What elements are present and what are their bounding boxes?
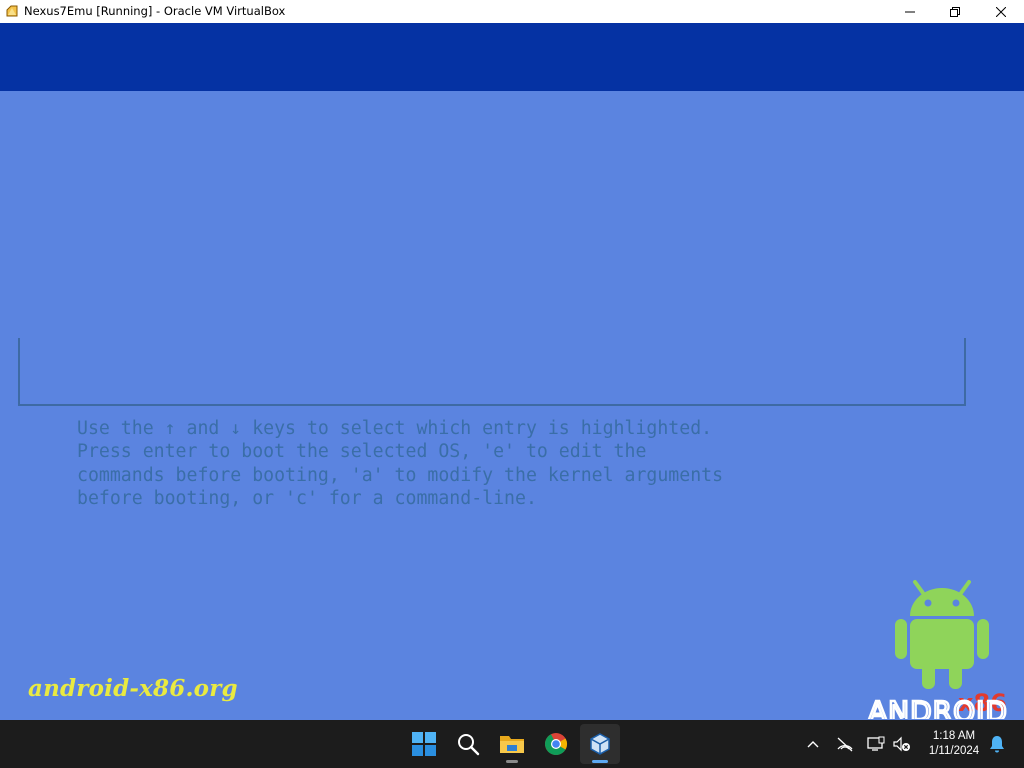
svg-text:ANDROID: ANDROID (868, 695, 1008, 719)
maximize-icon (950, 6, 960, 17)
help-line: Use the ↑ and ↓ keys to select which ent… (77, 418, 713, 439)
clock[interactable]: 1:18 AM 1/11/2024 (918, 720, 990, 768)
network-icon (837, 737, 853, 752)
android-x86-logo-icon: x86 ANDROID (867, 580, 1008, 719)
taskbar: 1:18 AM 1/11/2024 (0, 720, 1024, 768)
search-icon (458, 734, 480, 756)
clock-date: 1/11/2024 (928, 745, 980, 757)
minimize-icon (905, 11, 915, 12)
boot-menu-box[interactable] (18, 338, 966, 406)
running-indicator (506, 760, 518, 763)
display-icon (867, 736, 885, 751)
display-button[interactable] (865, 720, 887, 768)
virtualbox-icon (590, 733, 610, 755)
windows-start-icon (412, 732, 436, 756)
help-line: before booting, or 'c' for a command-lin… (77, 487, 537, 509)
volume-muted-icon (893, 736, 910, 752)
minimize-button[interactable] (887, 0, 933, 23)
file-explorer-button[interactable] (492, 724, 532, 764)
clock-time: 1:18 AM (932, 730, 976, 742)
android-x86-site-text: android-x86.org (28, 675, 238, 702)
notification-button[interactable] (986, 720, 1008, 768)
notification-bell-icon (990, 736, 1004, 753)
search-button[interactable] (448, 724, 488, 764)
start-button[interactable] (404, 724, 444, 764)
network-button[interactable] (834, 720, 856, 768)
window-title-bar[interactable]: Nexus7Emu [Running] - Oracle VM VirtualB… (0, 0, 1024, 23)
help-line: commands before booting, 'a' to modify t… (77, 464, 724, 486)
close-button[interactable] (978, 0, 1024, 23)
window-title: Nexus7Emu [Running] - Oracle VM VirtualB… (24, 4, 286, 18)
show-hidden-icons-button[interactable] (802, 720, 824, 768)
file-explorer-icon (500, 736, 524, 753)
virtualbox-vm-icon (6, 5, 18, 17)
close-icon (996, 6, 1006, 17)
maximize-button[interactable] (932, 0, 978, 23)
vm-display[interactable]: Use the ↑ and ↓ keys to select which ent… (0, 23, 1024, 720)
chevron-up-icon (807, 741, 819, 748)
vm-top-band (0, 23, 1024, 91)
running-indicator (592, 760, 608, 763)
boot-help-text: Use the ↑ and ↓ keys to select which ent… (77, 417, 723, 510)
volume-button[interactable] (891, 720, 913, 768)
chrome-icon (545, 733, 567, 755)
chrome-button[interactable] (536, 724, 576, 764)
virtualbox-button[interactable] (580, 724, 620, 764)
help-line: Press enter to boot the selected OS, 'e'… (77, 441, 647, 463)
